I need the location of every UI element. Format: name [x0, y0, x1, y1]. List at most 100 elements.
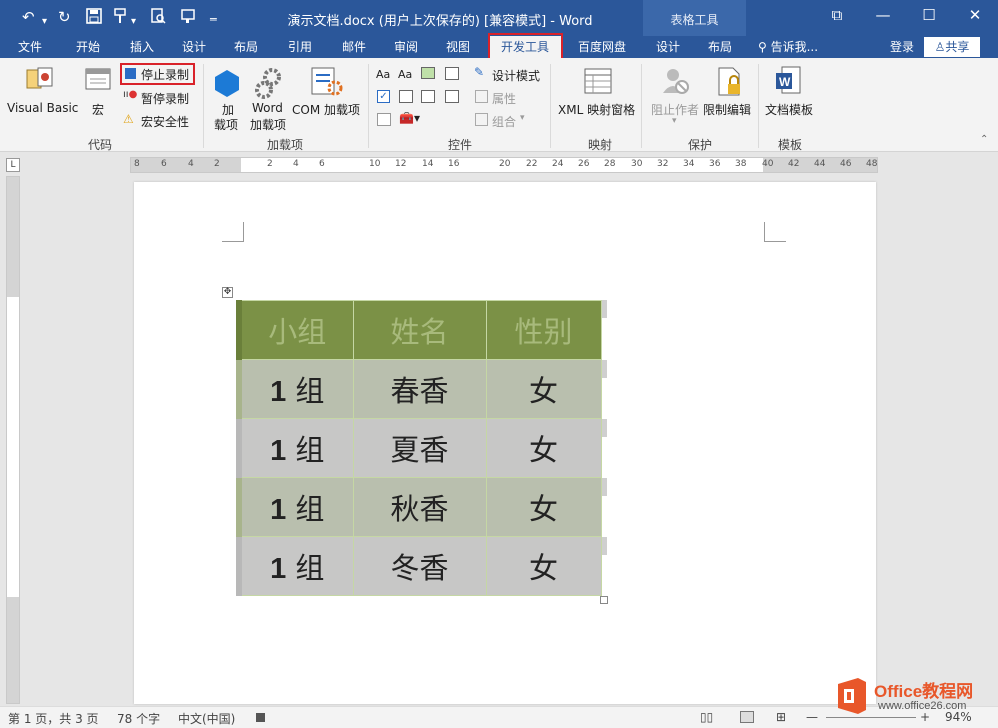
word-addin-gear-icon[interactable] — [254, 68, 284, 103]
table-cell-gender[interactable]: 女 — [485, 536, 602, 596]
data-table[interactable]: 小组 姓名 性别 1 组 春香 女 1 组 夏香 女 1 组 秋香 女 1 组 … — [236, 300, 602, 596]
save-icon[interactable] — [86, 8, 102, 28]
com-addin-icon[interactable] — [310, 66, 344, 101]
tab-table-layout[interactable]: 布局 — [698, 36, 742, 58]
undo-icon[interactable]: ↶ — [22, 8, 35, 26]
macro-label[interactable]: 宏 — [92, 101, 104, 118]
tab-review[interactable]: 审阅 — [384, 36, 428, 58]
minimize-icon[interactable]: — — [868, 6, 898, 24]
table-cell-name[interactable]: 春香 — [352, 359, 487, 419]
share-button[interactable]: ♙共享 — [924, 37, 980, 57]
macro-icon[interactable] — [84, 66, 114, 99]
read-mode-icon[interactable]: ▯▯ — [700, 710, 713, 724]
macro-recording-icon[interactable] — [256, 713, 265, 722]
macro-security-button[interactable]: 宏安全性 — [141, 113, 189, 130]
ruler-number: 46 — [840, 159, 852, 169]
table-move-handle-icon[interactable]: ✥ — [222, 287, 233, 298]
tab-references[interactable]: 引用 — [278, 36, 322, 58]
group-button[interactable]: 组合 — [492, 113, 516, 130]
tell-me-box[interactable]: ⚲ 告诉我... — [758, 36, 838, 58]
tab-file[interactable]: 文件 — [8, 36, 52, 58]
table-cell-group[interactable]: 1 组 — [236, 536, 354, 596]
close-icon[interactable]: ✕ — [960, 6, 990, 24]
redo-icon[interactable]: ↻ — [58, 8, 71, 26]
com-addin-label[interactable]: COM 加载项 — [292, 101, 360, 118]
properties-button[interactable]: 属性 — [492, 90, 516, 107]
table-cell-name[interactable]: 冬香 — [352, 536, 487, 596]
header-cell-name[interactable]: 姓名 — [352, 300, 487, 360]
collapse-ribbon-icon[interactable]: ⌃ — [980, 134, 988, 145]
maximize-icon[interactable]: ☐ — [914, 6, 944, 24]
format-painter-icon[interactable] — [113, 8, 129, 28]
ribbon-display-icon[interactable]: ⧉ — [822, 6, 852, 24]
tab-layout[interactable]: 布局 — [224, 36, 268, 58]
table-cell-gender[interactable]: 女 — [485, 477, 602, 537]
tab-view[interactable]: 视图 — [436, 36, 480, 58]
pause-record-button[interactable]: 暂停录制 — [141, 90, 189, 107]
zoom-out-icon[interactable]: — — [806, 710, 818, 724]
customize-qat-icon[interactable]: ═ — [210, 11, 217, 29]
table-cell-group[interactable]: 1 组 — [236, 359, 354, 419]
addin-icon[interactable] — [213, 68, 241, 101]
header-cell-group[interactable]: 小组 — [236, 300, 354, 360]
vertical-ruler[interactable] — [6, 176, 20, 704]
table-cell-name[interactable]: 夏香 — [352, 418, 487, 478]
block-authors-dropdown-icon[interactable]: ▾ — [672, 116, 677, 126]
header-cell-gender[interactable]: 性别 — [485, 300, 602, 360]
web-layout-icon[interactable]: ⊞ — [776, 710, 786, 724]
visual-basic-icon[interactable] — [24, 66, 56, 97]
touch-mode-icon[interactable] — [180, 8, 196, 28]
tab-home[interactable]: 开始 — [66, 36, 110, 58]
tab-insert[interactable]: 插入 — [120, 36, 164, 58]
format-dropdown-icon[interactable]: ▾ — [131, 13, 136, 31]
design-mode-button[interactable]: 设计模式 — [492, 67, 540, 84]
restrict-editing-label[interactable]: 限制编辑 — [703, 101, 751, 118]
print-layout-icon[interactable] — [740, 711, 754, 723]
visual-basic-label[interactable]: Visual Basic — [7, 101, 78, 115]
document-template-label[interactable]: 文档模板 — [765, 101, 813, 118]
xml-mapping-icon[interactable] — [583, 67, 613, 100]
combobox-control-icon[interactable] — [399, 90, 413, 103]
restrict-editing-icon[interactable] — [716, 66, 744, 101]
xml-mapping-pane-label[interactable]: XML 映射窗格 — [558, 101, 635, 118]
table-cell-group[interactable]: 1 组 — [236, 477, 354, 537]
table-cell-group[interactable]: 1 组 — [236, 418, 354, 478]
date-picker-icon[interactable] — [445, 90, 459, 103]
print-preview-icon[interactable] — [150, 8, 166, 28]
addin-label-2[interactable]: 载项 — [214, 116, 238, 133]
checkbox-control-icon[interactable]: ✓ — [377, 90, 390, 103]
tab-baidu[interactable]: 百度网盘 — [572, 36, 632, 58]
group-dropdown-icon[interactable]: ▾ — [520, 113, 525, 123]
mapping-group-label: 映射 — [587, 138, 612, 152]
margin-corner-tl — [222, 222, 244, 242]
dropdown-control-icon[interactable] — [421, 90, 435, 103]
rich-text-control-icon[interactable]: Aa — [376, 68, 390, 81]
building-block-icon[interactable] — [445, 67, 459, 80]
context-group-label: 表格工具 — [670, 13, 719, 27]
word-addin-label-2[interactable]: 加载项 — [250, 116, 286, 133]
tab-selector[interactable]: L — [6, 158, 20, 172]
ruler-number: 2 — [214, 159, 220, 169]
table-cell-gender[interactable]: 女 — [485, 418, 602, 478]
horizontal-ruler[interactable]: 8 6 4 2 2 4 6 10 12 14 16 20 22 24 26 28… — [130, 157, 878, 173]
tab-mailings[interactable]: 邮件 — [332, 36, 376, 58]
legacy-tools-icon[interactable]: 🧰▾ — [399, 111, 420, 125]
word-addin-label-1[interactable]: Word — [252, 101, 283, 115]
ruler-number: 32 — [657, 159, 669, 169]
word-count[interactable]: 78 个字 — [117, 710, 160, 727]
language-indicator[interactable]: 中文(中国) — [178, 710, 235, 727]
table-cell-name[interactable]: 秋香 — [352, 477, 487, 537]
repeating-section-icon[interactable] — [377, 113, 391, 126]
plain-text-control-icon[interactable]: Aa — [398, 68, 412, 81]
undo-dropdown-icon[interactable]: ▾ — [42, 13, 47, 31]
page-count[interactable]: 第 1 页，共 3 页 — [8, 710, 99, 727]
picture-control-icon[interactable] — [421, 67, 435, 79]
group-divider — [641, 64, 642, 148]
block-authors-icon[interactable] — [660, 66, 690, 99]
table-resize-handle[interactable] — [600, 596, 608, 604]
table-cell-gender[interactable]: 女 — [485, 359, 602, 419]
tab-table-design[interactable]: 设计 — [648, 36, 688, 58]
signin-link[interactable]: 登录 — [882, 36, 922, 58]
document-template-icon[interactable]: W — [774, 65, 804, 100]
tab-design[interactable]: 设计 — [172, 36, 216, 58]
